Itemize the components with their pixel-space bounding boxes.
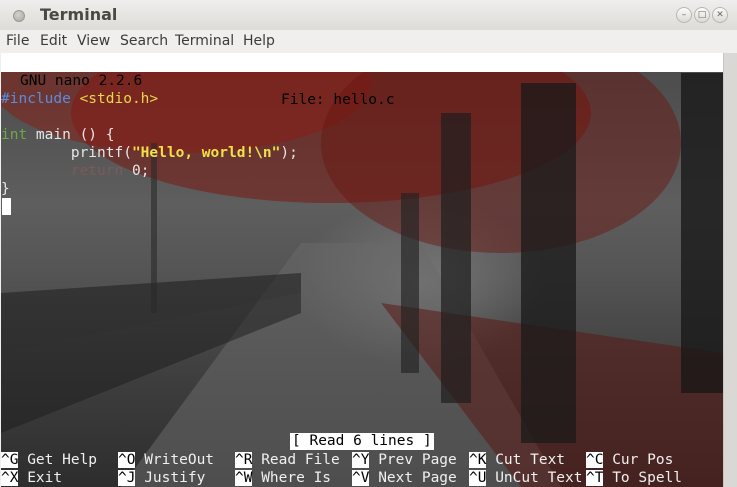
shortcut-justify[interactable]: ^J Justify <box>118 469 205 487</box>
shortcut-to-spell[interactable]: ^T To Spell <box>586 469 682 487</box>
code-line-1: #include <stdio.h> <box>1 90 158 108</box>
nano-header: GNU nano 2.2.6 File: hello.c <box>1 53 723 108</box>
nano-version: GNU nano 2.2.6 <box>20 73 143 89</box>
title-bar: Terminal – □ ✕ <box>0 0 737 31</box>
code-int-type: int <box>1 127 28 143</box>
code-include-directive: #include <box>1 91 71 107</box>
terminal-scrollbar[interactable] <box>723 53 737 487</box>
shortcut-read-file[interactable]: ^R Read File <box>235 451 340 469</box>
minimize-icon[interactable]: – <box>676 7 692 23</box>
window-menu-icon[interactable] <box>13 10 25 22</box>
maximize-icon[interactable]: □ <box>694 7 710 23</box>
menu-view[interactable]: View <box>77 33 110 49</box>
menu-file[interactable]: File <box>6 33 29 49</box>
text-cursor <box>2 198 11 215</box>
code-line-4: printf("Hello, world!\n"); <box>1 144 298 162</box>
code-main-decl: main () { <box>27 127 115 143</box>
shortcut-get-help[interactable]: ^G Get Help <box>1 451 97 469</box>
code-include-header: <stdio.h> <box>79 91 159 107</box>
shortcut-exit[interactable]: ^X Exit <box>1 469 62 487</box>
shortcut-cur-pos[interactable]: ^C Cur Pos <box>586 451 673 469</box>
code-printf-end: ); <box>280 145 298 161</box>
code-line-3: int main () { <box>1 126 115 144</box>
shortcut-cut-text[interactable]: ^K Cut Text <box>469 451 565 469</box>
terminal-view[interactable]: GNU nano 2.2.6 File: hello.c #include <s… <box>1 53 723 487</box>
shortcut-prev-page[interactable]: ^Y Prev Page <box>352 451 457 469</box>
shortcut-uncut-text[interactable]: ^U UnCut Text <box>469 469 583 487</box>
code-line-5: return 0; <box>1 162 150 180</box>
code-return-keyword: return <box>70 163 124 179</box>
menu-help[interactable]: Help <box>243 33 275 49</box>
status-message: [ Read 6 lines ] <box>290 433 434 450</box>
shortcut-where-is[interactable]: ^W Where Is <box>235 469 331 487</box>
code-string-literal: "Hello, world!\n" <box>131 145 281 161</box>
code-printf-call: printf( <box>1 145 132 161</box>
nano-filename: File: hello.c <box>281 92 395 108</box>
shortcut-bar: ^G Get Help ^O WriteOut ^R Read File ^Y … <box>1 451 723 487</box>
menu-search[interactable]: Search <box>120 33 168 49</box>
window-title: Terminal <box>40 5 118 24</box>
menu-edit[interactable]: Edit <box>40 33 67 49</box>
close-icon[interactable]: ✕ <box>712 7 728 23</box>
background-image <box>1 53 723 487</box>
code-line-6: } <box>1 181 10 197</box>
shortcut-next-page[interactable]: ^V Next Page <box>352 469 457 487</box>
code-return-value: 0; <box>123 163 150 179</box>
menu-terminal[interactable]: Terminal <box>175 33 234 49</box>
shortcut-writeout[interactable]: ^O WriteOut <box>118 451 214 469</box>
menu-bar: File Edit View Search Terminal Help <box>0 30 737 53</box>
